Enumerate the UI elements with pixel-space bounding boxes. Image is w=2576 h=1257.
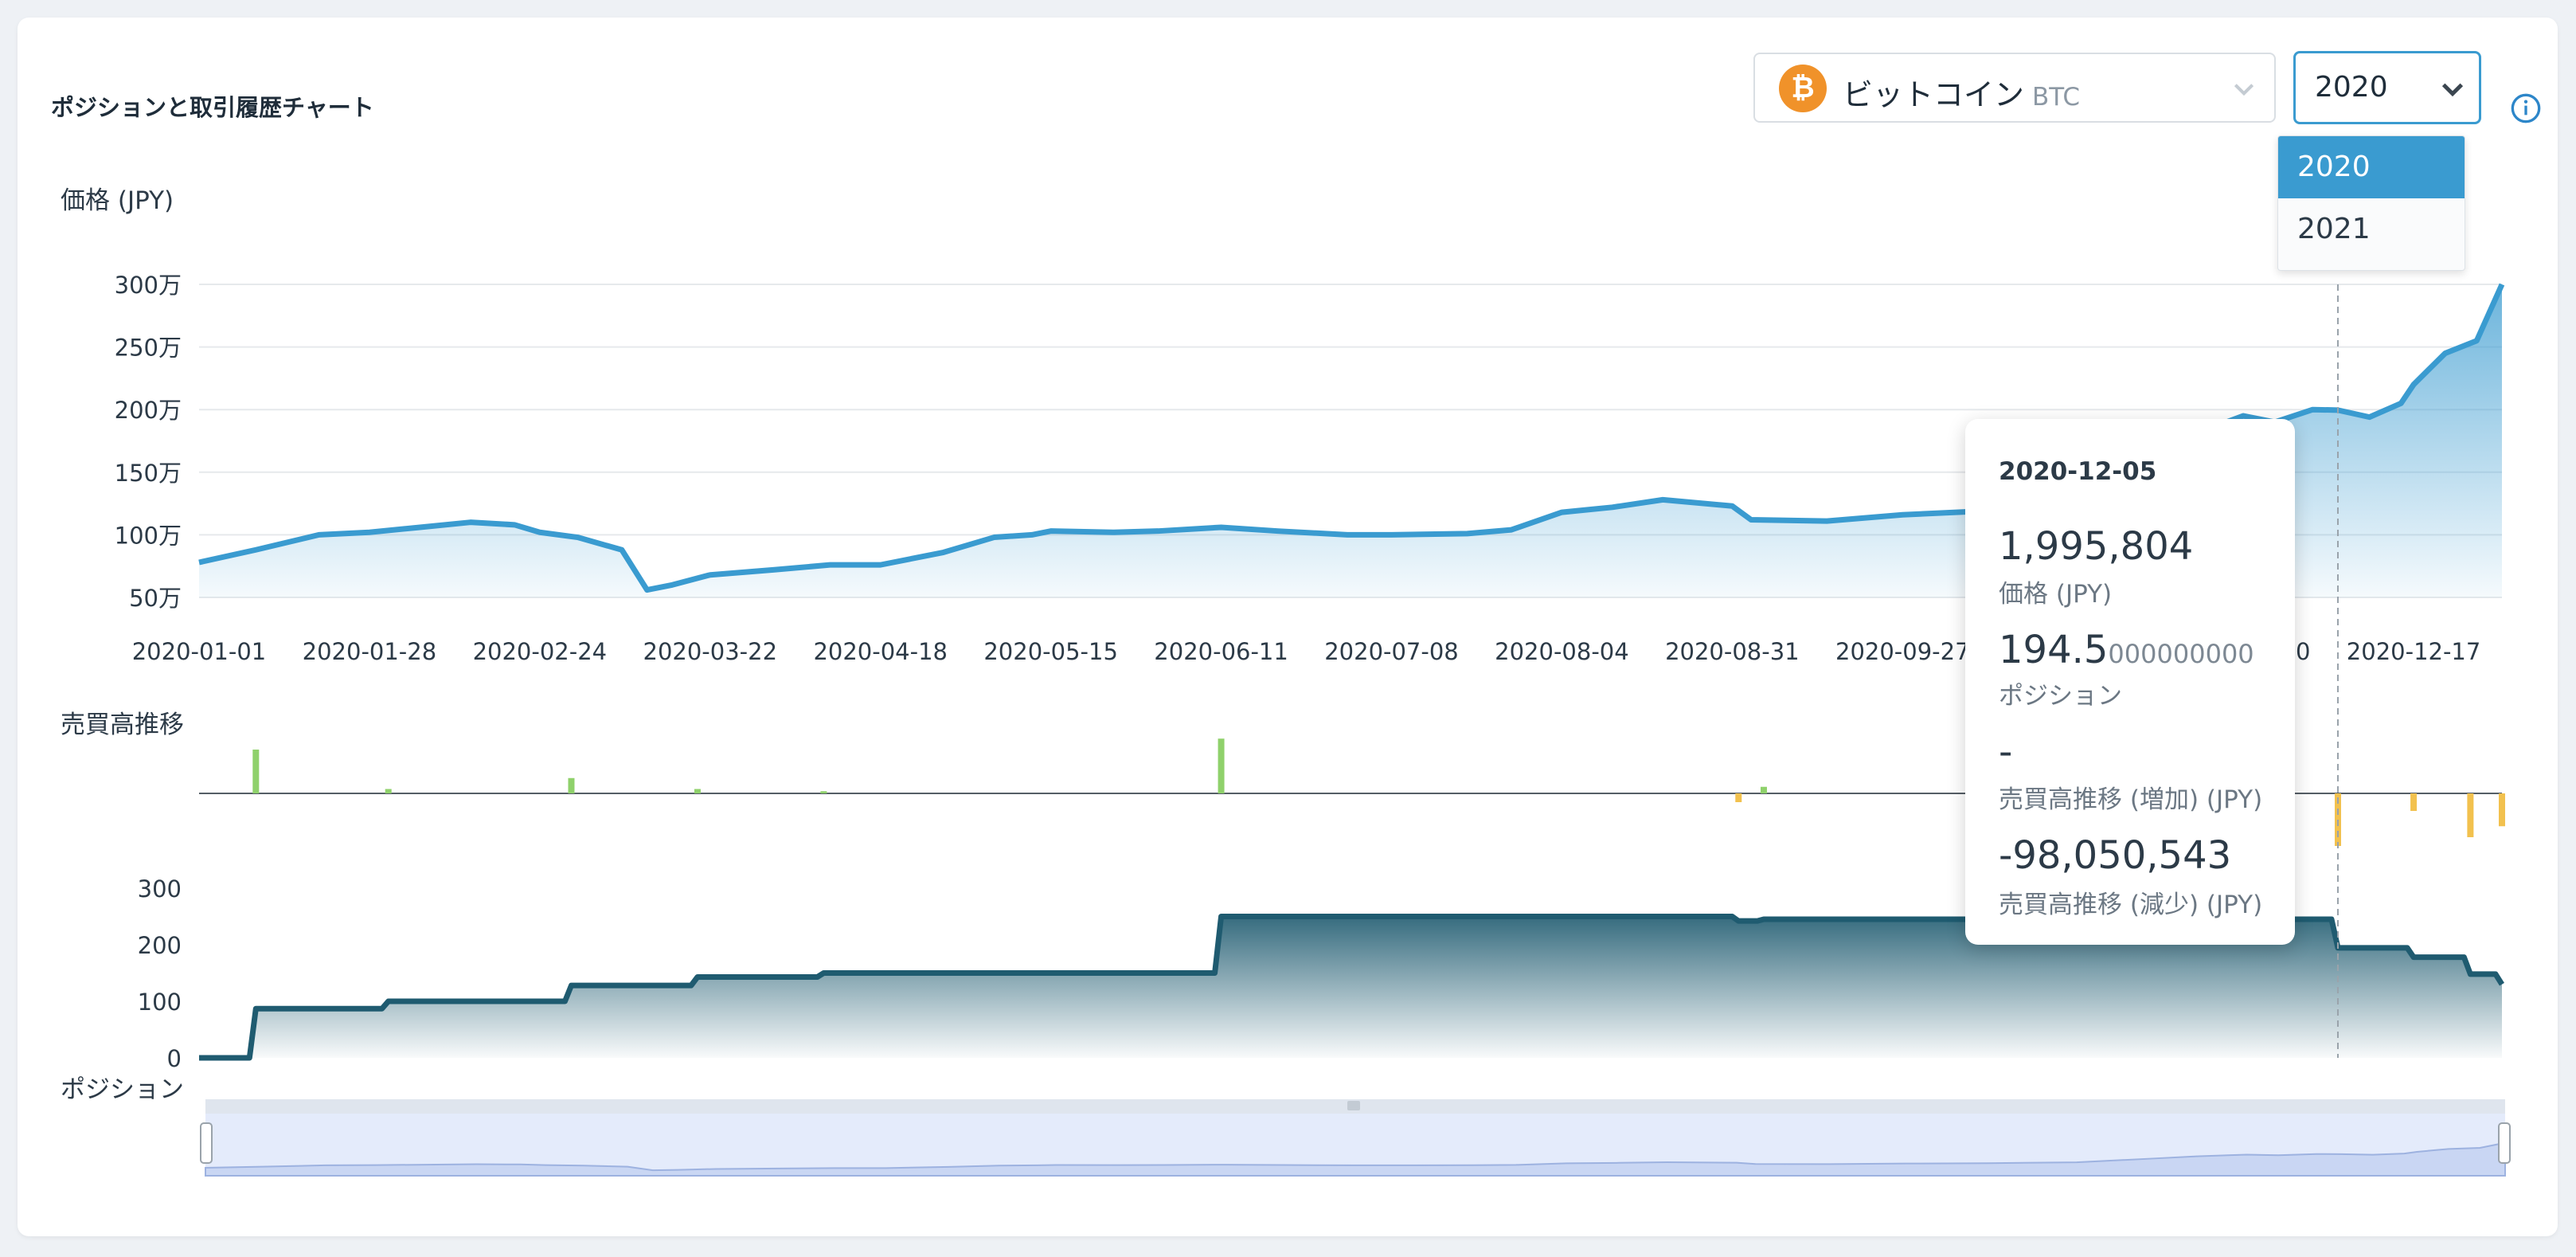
zoom-slider: [200, 1099, 2511, 1177]
position-tick-label: 0: [167, 1045, 182, 1072]
date-tick-label: 2020-09-27: [1835, 638, 1970, 665]
price-tick-label: 200万: [115, 397, 182, 424]
volume-bar-buy: [385, 789, 392, 793]
tooltip-buy: -: [1999, 730, 2013, 774]
volume-bar-buy: [252, 750, 260, 793]
volume-bar-buy: [568, 777, 575, 793]
date-tick-label: 2020-01-01: [132, 638, 267, 665]
position-axis-label: ポジション: [61, 1075, 184, 1104]
date-tick-label: 2020-08-31: [1665, 638, 1800, 665]
year-option-2021[interactable]: 2021: [2278, 198, 2465, 260]
volume-bar-sell: [2467, 793, 2474, 837]
tooltip-buy-label: 売買高推移 (増加) (JPY): [1999, 785, 2263, 814]
price-tick-label: 300万: [115, 272, 182, 299]
date-tick-label: 2020-05-15: [983, 638, 1118, 665]
tooltip-date: 2020-12-05: [1999, 457, 2157, 486]
price-axis: 300万 250万 200万 150万 100万 50万: [115, 272, 182, 612]
date-tick-label: 2020-07-08: [1324, 638, 1459, 665]
date-tick-label: 2020-06-11: [1154, 638, 1288, 665]
date-tick-label: 2020-02-24: [473, 638, 608, 665]
date-tick-label: 2020-03-22: [643, 638, 778, 665]
volume-bar-sell: [2499, 793, 2505, 827]
date-tick-label: 2020-04-18: [813, 638, 948, 665]
tooltip-position: 194.5000000000: [1999, 628, 2254, 672]
price-tick-label: 250万: [115, 335, 182, 362]
price-axis-label: 価格 (JPY): [61, 186, 174, 215]
tooltip-sell-label: 売買高推移 (減少) (JPY): [1999, 891, 2263, 919]
volume-axis-label: 売買高推移: [61, 711, 184, 739]
volume-bar-sell: [2410, 793, 2418, 811]
date-tick-label: 2020-01-28: [303, 638, 437, 665]
year-dropdown: 2020 2021: [2277, 135, 2465, 271]
volume-bar-buy: [820, 791, 827, 793]
tooltip-position-label: ポジション: [1999, 682, 2122, 711]
price-tick-label: 100万: [115, 522, 182, 549]
volume-bar-buy: [694, 789, 701, 793]
volume-bar-sell: [1735, 793, 1742, 802]
price-tick-label: 150万: [115, 460, 182, 487]
zoom-slider-grip: [1347, 1101, 1360, 1110]
chart-tooltip: 2020-12-05 1,995,804 価格 (JPY) 194.500000…: [1965, 419, 2295, 945]
position-tick-label: 200: [138, 932, 182, 959]
year-option-2020[interactable]: 2020: [2278, 136, 2465, 198]
price-tick-label: 50万: [129, 585, 182, 612]
tooltip-sell: -98,050,543: [1999, 833, 2232, 878]
tooltip-position-main: 194.5: [1999, 628, 2109, 672]
volume-bar-buy: [1218, 738, 1225, 793]
zoom-slider-handle-right: [2498, 1122, 2511, 1164]
tooltip-position-rest: 000000000: [2108, 639, 2254, 669]
tooltip-price: 1,995,804: [1999, 524, 2194, 569]
position-tick-label: 300: [138, 875, 182, 903]
volume-bar-buy: [1760, 786, 1767, 793]
zoom-slider-handle-left: [200, 1122, 213, 1164]
date-tick-label: 2020-12-17: [2347, 638, 2481, 665]
position-axis: 300 200 100 0: [138, 875, 182, 1072]
date-tick-label: 2020-08-04: [1495, 638, 1629, 665]
position-tick-label: 100: [138, 989, 182, 1016]
tooltip-price-label: 価格 (JPY): [1999, 580, 2113, 609]
